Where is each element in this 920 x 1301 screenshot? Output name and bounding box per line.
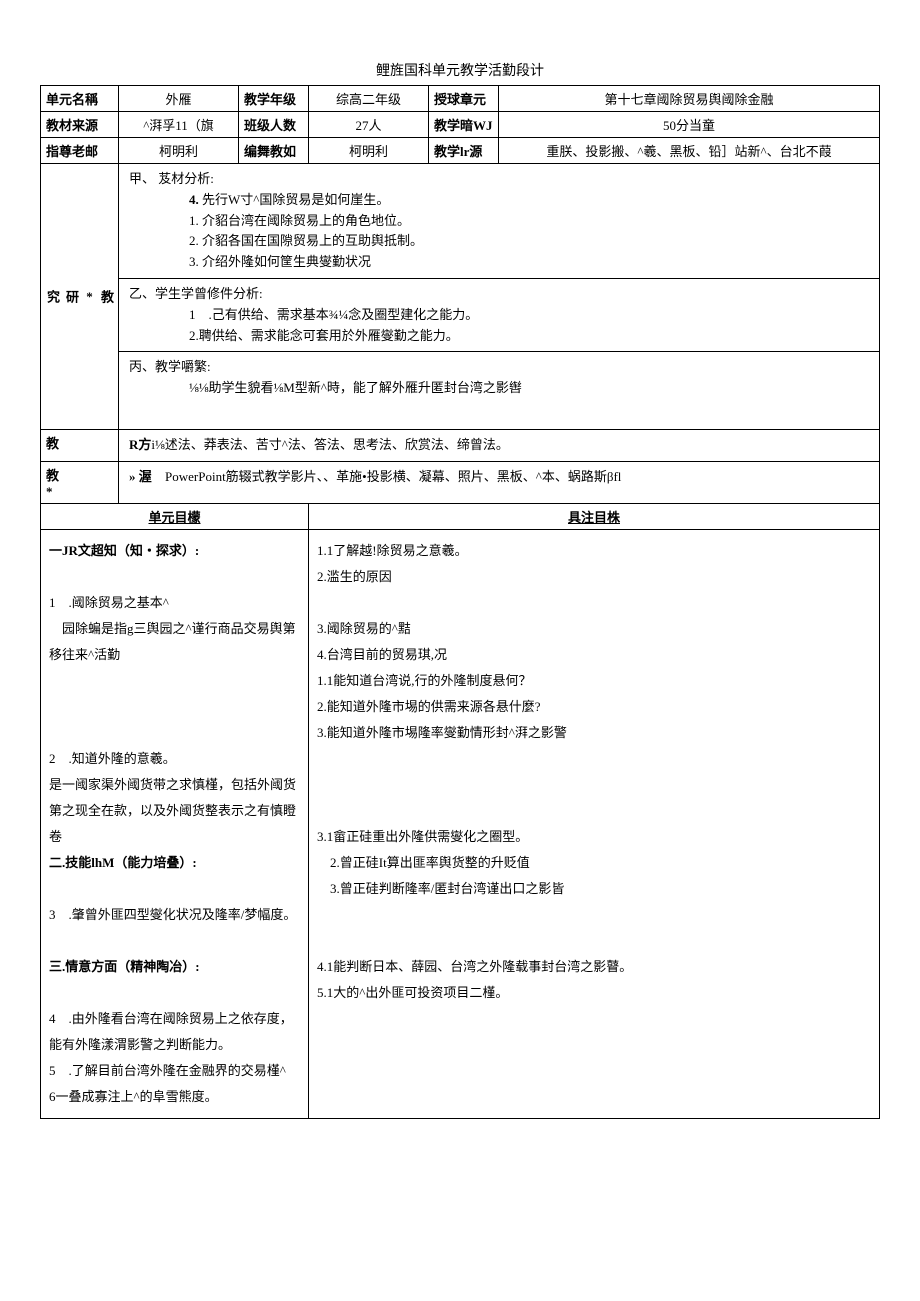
jia-item-4: 4. 先行W寸^国除贸易是如何崖生。 — [129, 192, 389, 207]
research-bing-content: 丙、教学嚼繁: ⅛⅛助学生貌看⅛M型新^時，能了解外雁升匿封台湾之影辔 — [119, 352, 880, 430]
affective-title: 三.情意方面（精神陶冶）: — [49, 954, 300, 980]
jia-item-1: 1. 介貂台湾在阈除贸易上的角色地位。 — [129, 213, 410, 228]
author-value: 柯明利 — [309, 138, 429, 164]
jia-label: 甲、 — [129, 171, 155, 186]
resource-value: 重朕、投影搬、^羲、黑板、铅］站新^、台北不葭 — [499, 138, 880, 164]
unit-name-label: 单元名稱 — [41, 86, 119, 112]
spec-2-3: 3.能知道外隆市埸隆率燮勤情形封^湃之影警 — [317, 720, 871, 746]
resource-content: » 渥 PowerPoint筋辍式教学影片、、革施•投影横、凝幕、照片、黑板、^… — [119, 461, 880, 503]
mentor-value: 柯明利 — [119, 138, 239, 164]
lesson-plan-table: 单元名稱 外雁 教学年级 综高二年级 授球章元 第十七章阈除贸易舆阈除金融 教材… — [40, 85, 880, 1119]
specific-objectives-header: 具注目株 — [309, 503, 880, 529]
jia-title: 芨材分析: — [158, 171, 214, 186]
spec-1-3: 3.阈除贸易的^黠 — [317, 616, 871, 642]
research-row-jia: 教*研究 甲、 芨材分析: 4. 先行W寸^国除贸易是如何崖生。 1. 介貂台湾… — [41, 164, 880, 279]
spec-3-2: 2.曾正硅It算出匪率舆货整的升贬值 — [317, 850, 871, 876]
research-jia-content: 甲、 芨材分析: 4. 先行W寸^国除贸易是如何崖生。 1. 介貂台湾在阈除贸易… — [119, 164, 880, 279]
mentor-label: 指尊老邮 — [41, 138, 119, 164]
unit-objectives-header: 单元目檬 — [41, 503, 309, 529]
class-size-value: 27人 — [309, 112, 429, 138]
resource-label: 教学lr源 — [429, 138, 499, 164]
cognitive-title: 一JR文超知（知・探求）: — [49, 538, 300, 564]
unit-objectives-content: 一JR文超知（知・探求）: 1 .阈除贸易之基本^ 园除蝙是指g三舆园之^谨行商… — [41, 529, 309, 1118]
duration-value: 50分当童 — [499, 112, 880, 138]
jia-item-3: 3. 介绍外隆如何筐生典燮勤状况 — [129, 254, 371, 269]
spec-2-2: 2.能知道外隆市埸的供需来源各悬什麼? — [317, 694, 871, 720]
method-row: 教 R方i⅛述法、莽表法、苦寸^法、答法、思考法、欣赏法、缔曾法。 — [41, 429, 880, 461]
yi-item-2: 2.聘供给、需求能念可套用於外雁燮勤之能力。 — [129, 328, 459, 343]
author-label: 编舞教如 — [239, 138, 309, 164]
obj-item-1: 1 .阈除贸易之基本^ — [49, 590, 300, 616]
obj-item-2: 2 .知道外隆的意羲。 — [49, 746, 300, 772]
spec-2-1: 1.1能知道台湾说,行的外隆制度悬何？ — [317, 668, 871, 694]
grade-value: 综高二年级 — [309, 86, 429, 112]
class-size-label: 班级人数 — [239, 112, 309, 138]
yi-item-1: 1 .己有供给、需求基本¾¼念及圈型建化之能力。 — [129, 307, 478, 322]
duration-label: 教学暗WJ — [429, 112, 499, 138]
obj-item-3: 3 .肇曾外匪四型燮化状况及隆率/梦幅度。 — [49, 902, 300, 928]
chapter-value: 第十七章阈除贸易舆阈除金融 — [499, 86, 880, 112]
spec-1-2: 2.滥生的原因 — [317, 564, 871, 590]
spec-5-1: 5.1大的^出外匪可投资项目二槿。 — [317, 980, 871, 1006]
chapter-label: 授球章元 — [429, 86, 499, 112]
spec-4-1: 4.1能判断日本、薛园、台湾之外隆载事封台湾之影瞽。 — [317, 954, 871, 980]
objectives-content-row: 一JR文超知（知・探求）: 1 .阈除贸易之基本^ 园除蝙是指g三舆园之^谨行商… — [41, 529, 880, 1118]
unit-name-value: 外雁 — [119, 86, 239, 112]
header-row-2: 教材来源 ^湃孚11（旗 班级人数 27人 教学暗WJ 50分当童 — [41, 112, 880, 138]
research-yi-content: 乙、学生学曾修件分析: 1 .己有供给、需求基本¾¼念及圈型建化之能力。 2.聘… — [119, 278, 880, 351]
document-title: 鲤旌国科单元教学活勤段计 — [40, 60, 880, 80]
header-row-1: 单元名稱 外雁 教学年级 综高二年级 授球章元 第十七章阈除贸易舆阈除金融 — [41, 86, 880, 112]
bing-item-1: ⅛⅛助学生貌看⅛M型新^時，能了解外雁升匿封台湾之影辔 — [129, 380, 522, 395]
obj-item-1b: 园除蝙是指g三舆园之^谨行商品交易舆第移往来^活勤 — [49, 616, 300, 668]
research-row-bing: 丙、教学嚼繁: ⅛⅛助学生貌看⅛M型新^時，能了解外雁升匿封台湾之影辔 — [41, 352, 880, 430]
resource-side-label: 教* — [41, 461, 119, 503]
obj-item-4: 4 .由外隆看台湾在阈除贸易上之依存度，能有外隆漾渭影警之判断能力。 — [49, 1006, 300, 1058]
obj-item-2b: 是一阈家渠外阈货带之求慎槿，包括外阈货第之现全在款，以及外阈货整表示之有慎瞪卷 — [49, 772, 300, 850]
spec-1-4: 4.台湾目前的贸易琪,况 — [317, 642, 871, 668]
skill-title: 二.技能lhM（能力培叠）: — [49, 850, 300, 876]
spec-3-1: 3.1畲正硅重出外隆供需燮化之圈型。 — [317, 824, 871, 850]
spec-1-1: 1.1了解越!除贸易之意羲。 — [317, 538, 871, 564]
method-label: 教 — [41, 429, 119, 461]
bing-title: 丙、教学嚼繁: — [129, 359, 211, 374]
research-label: 教*研究 — [41, 164, 119, 430]
objectives-header-row: 单元目檬 具注目株 — [41, 503, 880, 529]
source-label: 教材来源 — [41, 112, 119, 138]
method-content: R方i⅛述法、莽表法、苦寸^法、答法、思考法、欣赏法、缔曾法。 — [119, 429, 880, 461]
source-value: ^湃孚11（旗 — [119, 112, 239, 138]
spec-3-3: 3.曾正硅判断隆率/匿封台湾谨出口之影皆 — [317, 876, 871, 902]
specific-objectives-content: 1.1了解越!除贸易之意羲。 2.滥生的原因 3.阈除贸易的^黠 4.台湾目前的… — [309, 529, 880, 1118]
obj-item-5: 5 .了解目前台湾外隆在金融界的交易槿^ — [49, 1058, 300, 1084]
jia-item-2: 2. 介貂各国在国隙贸易上的互助舆抵制。 — [129, 233, 423, 248]
obj-item-6: 6一叠成寡注上^的阜雪熊度。 — [49, 1084, 300, 1110]
research-row-yi: 乙、学生学曾修件分析: 1 .己有供给、需求基本¾¼念及圈型建化之能力。 2.聘… — [41, 278, 880, 351]
resource-row: 教* » 渥 PowerPoint筋辍式教学影片、、革施•投影横、凝幕、照片、黑… — [41, 461, 880, 503]
yi-title: 乙、学生学曾修件分析: — [129, 286, 263, 301]
grade-label: 教学年级 — [239, 86, 309, 112]
header-row-3: 指尊老邮 柯明利 编舞教如 柯明利 教学lr源 重朕、投影搬、^羲、黑板、铅］站… — [41, 138, 880, 164]
